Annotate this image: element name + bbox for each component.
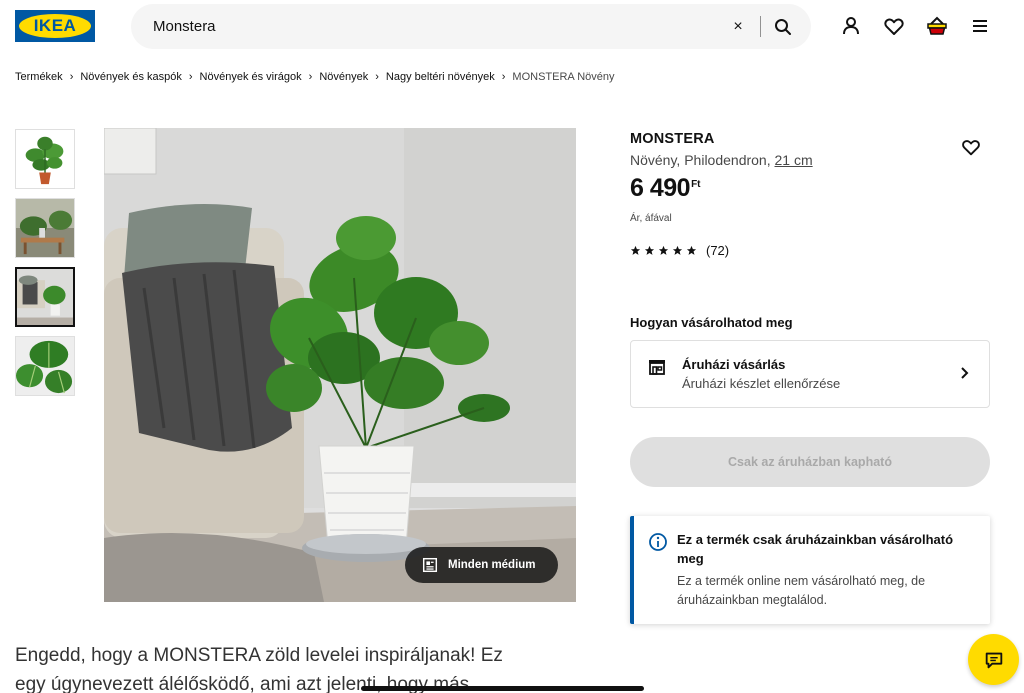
breadcrumb-link[interactable]: Növények és virágok bbox=[200, 71, 302, 83]
add-to-favourites-button[interactable] bbox=[960, 136, 982, 158]
notice-title: Ez a termék csak áruházainkban vásárolha… bbox=[677, 532, 954, 566]
account-button[interactable] bbox=[839, 14, 863, 38]
main-product-image[interactable]: Minden médium bbox=[104, 128, 576, 602]
chevron-right-icon: › bbox=[188, 71, 193, 83]
thumbnail-2[interactable] bbox=[15, 198, 75, 258]
breadcrumb-link[interactable]: Növények bbox=[319, 71, 368, 83]
hamburger-icon bbox=[973, 20, 987, 32]
gallery-icon bbox=[422, 557, 438, 573]
menu-button[interactable] bbox=[968, 14, 992, 38]
price-value: 6 490 bbox=[630, 174, 691, 202]
user-icon bbox=[843, 17, 859, 35]
vat-note: Ár, áfával bbox=[630, 213, 672, 224]
monstera-room-scene bbox=[104, 128, 576, 602]
store-option-title: Áruházi vásárlás bbox=[682, 357, 786, 372]
store-option-subtitle: Áruházi készlet ellenőrzése bbox=[682, 376, 841, 391]
favourites-button[interactable] bbox=[882, 14, 906, 38]
heart-icon bbox=[884, 18, 904, 35]
price-currency: Ft bbox=[691, 179, 701, 190]
chevron-right-icon: › bbox=[308, 71, 313, 83]
search-bar: × bbox=[131, 4, 811, 49]
plant-thumbnail-image bbox=[16, 130, 74, 188]
all-media-label: Minden médium bbox=[448, 559, 536, 571]
chevron-right-icon: › bbox=[501, 71, 506, 83]
store-only-notice: Ez a termék csak áruházainkban vásárolha… bbox=[630, 516, 990, 624]
all-media-button[interactable]: Minden médium bbox=[405, 547, 558, 583]
chevron-right-icon bbox=[961, 367, 969, 379]
star-icon bbox=[630, 245, 641, 255]
logo-text: IKEA bbox=[33, 16, 77, 35]
notice-body: Ez a termék online nem vásárolható meg, … bbox=[677, 574, 926, 607]
breadcrumb-link[interactable]: Termékek bbox=[15, 71, 63, 83]
breadcrumb-link[interactable]: Növények és kaspók bbox=[80, 71, 182, 83]
close-icon: × bbox=[733, 18, 743, 35]
thumbnail-1[interactable] bbox=[15, 129, 75, 189]
breadcrumb-current: MONSTERA Növény bbox=[512, 71, 615, 83]
cart-button[interactable] bbox=[925, 14, 949, 38]
star-icon bbox=[672, 245, 683, 255]
rating[interactable]: (72) bbox=[630, 243, 729, 258]
star-icon bbox=[644, 245, 655, 255]
product-name: MONSTERA bbox=[630, 131, 715, 147]
star-icon bbox=[658, 245, 669, 255]
chat-icon bbox=[985, 652, 1002, 668]
leaf-closeup-thumbnail-image bbox=[16, 337, 74, 395]
search-divider bbox=[760, 16, 761, 37]
home-indicator[interactable] bbox=[361, 686, 644, 691]
room-thumbnail-image bbox=[16, 199, 74, 257]
store-only-button[interactable]: Csak az áruházban kapható bbox=[630, 437, 990, 487]
search-input[interactable] bbox=[153, 4, 713, 49]
product-page: IKEA × bbox=[0, 0, 1024, 693]
store-purchase-option[interactable]: Áruházi vásárlás Áruházi készlet ellenőr… bbox=[630, 340, 990, 408]
sofa-thumbnail-image bbox=[17, 269, 73, 325]
ikea-logo[interactable]: IKEA bbox=[15, 10, 95, 42]
chat-button[interactable] bbox=[968, 634, 1019, 685]
star-icon bbox=[686, 245, 697, 255]
product-price: 6 490 Ft bbox=[630, 174, 701, 203]
clear-search-button[interactable]: × bbox=[728, 17, 748, 37]
purchase-options-title: Hogyan vásárolhatod meg bbox=[630, 315, 793, 330]
product-size-link[interactable]: 21 cm bbox=[775, 152, 813, 168]
product-type: Növény, Philodendron, bbox=[630, 152, 771, 168]
thumbnail-4[interactable] bbox=[15, 336, 75, 396]
chevron-right-icon: › bbox=[375, 71, 379, 83]
store-icon bbox=[649, 360, 665, 375]
basket-icon bbox=[927, 16, 947, 35]
heart-icon bbox=[962, 140, 980, 156]
search-icon bbox=[775, 19, 791, 35]
review-count: (72) bbox=[706, 243, 730, 258]
breadcrumb-link[interactable]: Nagy beltéri növények bbox=[386, 71, 495, 83]
thumbnail-3[interactable] bbox=[15, 267, 75, 327]
info-icon bbox=[649, 533, 667, 551]
product-description: Növény, Philodendron, 21 cm bbox=[630, 152, 813, 168]
search-button[interactable] bbox=[771, 15, 795, 39]
breadcrumb: Termékek › Növények és kaspók › Növények… bbox=[15, 69, 615, 85]
chevron-right-icon: › bbox=[69, 71, 74, 83]
